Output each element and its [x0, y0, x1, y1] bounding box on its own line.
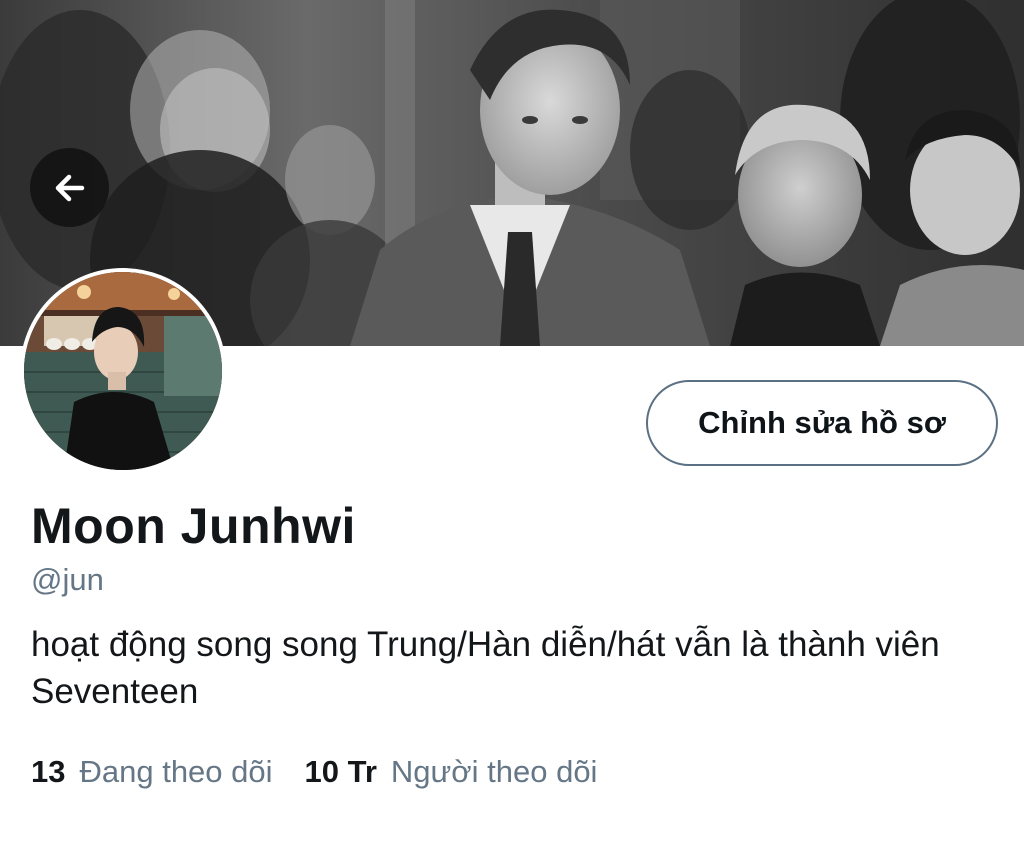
profile-stats: 13 Đang theo dõi 10 Tr Người theo dõi	[31, 754, 629, 790]
display-name: Moon Junhwi	[31, 498, 356, 554]
followers-link[interactable]: 10 Tr Người theo dõi	[305, 754, 630, 790]
followers-label: Người theo dõi	[390, 754, 598, 789]
edit-profile-label: Chỉnh sửa hồ sơ	[698, 405, 946, 440]
arrow-left-icon	[55, 174, 84, 201]
edit-profile-button[interactable]: Chỉnh sửa hồ sơ	[646, 380, 998, 466]
user-handle: @jun	[31, 562, 104, 597]
following-count: 13	[31, 754, 66, 789]
profile-bio: hoạt động song song Trung/Hàn diễn/hát v…	[31, 625, 940, 711]
back-button[interactable]	[30, 148, 109, 227]
following-label: Đang theo dõi	[79, 754, 273, 789]
profile-avatar[interactable]	[20, 268, 226, 474]
profile-page: Chỉnh sửa hồ sơ Moon Junhwi @jun hoạt độ…	[0, 0, 1024, 849]
avatar-photo	[24, 272, 222, 470]
following-link[interactable]: 13 Đang theo dõi	[31, 754, 305, 790]
followers-count: 10 Tr	[304, 754, 377, 789]
